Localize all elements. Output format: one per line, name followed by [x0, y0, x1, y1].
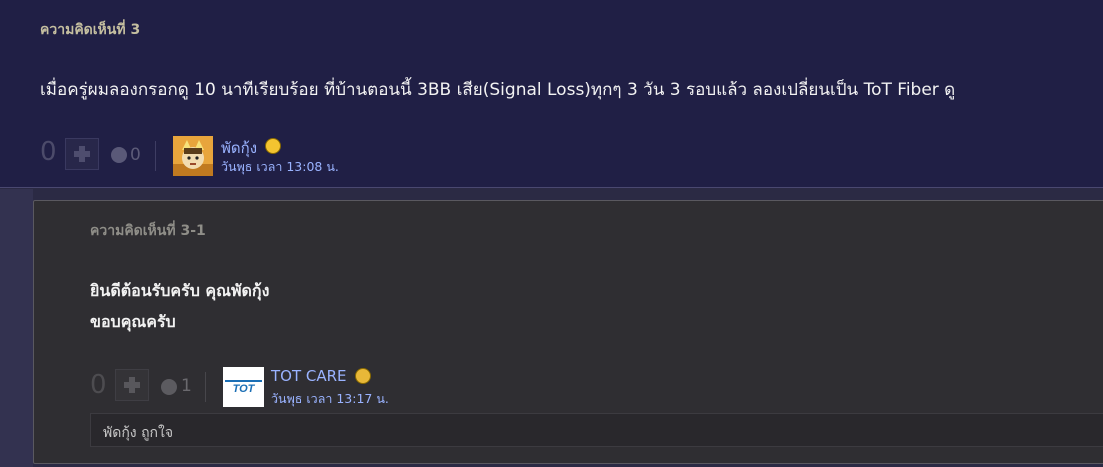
emotion-count: 1 [181, 376, 192, 396]
plus-icon [124, 377, 140, 393]
comment-body: เมื่อครู่ผมลองกรอกดู 10 นาทีเรียบร้อย ที… [40, 80, 956, 100]
avatar[interactable]: TOT [223, 367, 264, 407]
likes-text[interactable]: พัดกุ้ง ถูกใจ [103, 425, 173, 441]
divider [205, 372, 206, 402]
avatar[interactable] [173, 136, 213, 176]
svg-text:TOT: TOT [233, 383, 256, 395]
thread-indent [0, 189, 33, 467]
emotion-count: 0 [130, 145, 141, 165]
likes-bar: พัดกุ้ง ถูกใจ [90, 413, 1103, 447]
author-date: วันพุธ เวลา 13:17 น. [271, 391, 389, 406]
vote-count: 0 [40, 137, 57, 167]
tot-logo-icon: TOT [223, 367, 264, 407]
emotion-icon[interactable] [161, 379, 177, 395]
comment-3: ความคิดเห็นที่ 3 เมื่อครู่ผมลองกรอกดู 10… [0, 0, 1103, 188]
grinning-face-icon [355, 368, 371, 384]
reply-3-1: ความคิดเห็นที่ 3-1 ยินดีต้อนรับครับ คุณพ… [33, 200, 1103, 464]
laughing-emoji-icon [265, 138, 281, 154]
author-name[interactable]: TOT CARE [271, 367, 347, 385]
reply-line: ขอบคุณครับ [90, 312, 176, 331]
divider [155, 141, 156, 171]
author-date: วันพุธ เวลา 13:08 น. [221, 159, 339, 174]
vote-count: 0 [90, 370, 107, 400]
emotion-icon[interactable] [111, 147, 127, 163]
avatar-image [173, 136, 213, 176]
comment-number: ความคิดเห็นที่ 3 [40, 22, 141, 38]
reply-body: ยินดีต้อนรับครับ คุณพัดกุ้ง ขอบคุณครับ [90, 275, 269, 337]
reply-number: ความคิดเห็นที่ 3-1 [90, 223, 206, 239]
vote-plus-button[interactable] [65, 138, 99, 170]
plus-icon [74, 146, 90, 162]
reply-line: ยินดีต้อนรับครับ คุณพัดกุ้ง [90, 281, 270, 300]
vote-plus-button[interactable] [115, 369, 149, 401]
